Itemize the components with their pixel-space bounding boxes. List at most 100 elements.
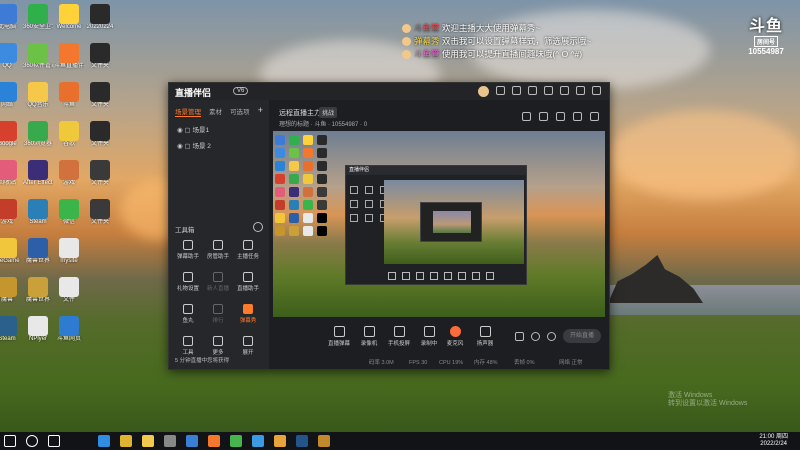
phone-cast-button[interactable]: 手机投屏: [385, 326, 413, 347]
taskview-icon[interactable]: [48, 435, 60, 447]
microphone-button[interactable]: 麦克风: [441, 326, 469, 347]
tool-button[interactable]: 弹幕秀: [233, 304, 263, 324]
gift-icon[interactable]: [522, 112, 531, 121]
lock-icon[interactable]: [539, 112, 548, 121]
bell-icon[interactable]: [573, 112, 582, 121]
douyu-room-badge: 斗鱼 房间号 10554987: [742, 12, 790, 56]
version-badge[interactable]: V6: [233, 87, 249, 95]
scene-item[interactable]: ◉ ▢ 场景1: [169, 121, 269, 137]
douyu-icon[interactable]: [208, 435, 220, 447]
qq-icon[interactable]: [252, 435, 264, 447]
camera-toggle-icon[interactable]: [515, 332, 524, 341]
steam-icon[interactable]: [296, 435, 308, 447]
desktop-icon[interactable]: mysite: [54, 238, 84, 265]
desktop-icon[interactable]: 斗鱼: [54, 82, 84, 109]
tool-button[interactable]: 房管助手: [203, 240, 233, 260]
desktop-icon[interactable]: Steam: [0, 316, 22, 343]
tab-options[interactable]: 可选项: [230, 106, 250, 117]
stream-title[interactable]: 远程直播主力: [279, 108, 321, 118]
explorer-icon[interactable]: [142, 435, 154, 447]
close-icon[interactable]: [592, 86, 601, 95]
tool-button[interactable]: 工具: [173, 336, 203, 356]
desktop-icon[interactable]: 文件夹: [85, 199, 115, 226]
desktop-icon[interactable]: 文件夹: [85, 160, 115, 187]
desktop-icon[interactable]: QQ音乐: [23, 82, 53, 109]
tool-button[interactable]: 更多: [203, 336, 233, 356]
desktop-icon[interactable]: QQ: [0, 43, 22, 70]
user-avatar-icon[interactable]: [478, 86, 489, 97]
desktop-icon[interactable]: WeGame: [0, 238, 22, 265]
start-icon[interactable]: [4, 435, 16, 447]
category-badge[interactable]: 挑战: [319, 107, 338, 118]
browser-icon[interactable]: [274, 435, 286, 447]
desktop-icon[interactable]: Steam: [23, 199, 53, 226]
desktop-icon[interactable]: 此电脑: [0, 4, 22, 31]
tool-button[interactable]: 礼物设置: [173, 272, 203, 292]
preview-icon: [275, 135, 285, 145]
calc-icon[interactable]: [164, 435, 176, 447]
desktop-icon[interactable]: 谷歌: [54, 121, 84, 148]
game-icon[interactable]: [318, 435, 330, 447]
tab-scenes[interactable]: 场景管理: [175, 106, 201, 117]
monitor-icon[interactable]: [512, 86, 521, 95]
tab-material[interactable]: 素材: [209, 106, 222, 117]
system-clock[interactable]: 21:00 周四 2022/2/24: [759, 434, 788, 448]
tool-button[interactable]: 鱼丸: [173, 304, 203, 324]
desktop-icon-label: Steam: [0, 336, 16, 342]
tool-button[interactable]: 直播助手: [233, 272, 263, 292]
scene-item[interactable]: ◉ ▢ 场景 2: [169, 137, 269, 153]
desktop-icon[interactable]: 360安全卫士: [23, 4, 53, 31]
add-scene-icon[interactable]: +: [258, 105, 263, 115]
desktop-icon[interactable]: Welcome: [54, 4, 84, 31]
mail-icon[interactable]: [528, 86, 537, 95]
tool-button[interactable]: 新人直播: [203, 272, 233, 292]
desktop-icon[interactable]: 斗鱼直播伴侣: [54, 43, 84, 70]
tool-button[interactable]: 主播任务: [233, 240, 263, 260]
clock-icon[interactable]: [531, 332, 540, 341]
desktop-icon[interactable]: 回收站: [0, 160, 22, 187]
tool-button[interactable]: 弹幕助手: [173, 240, 203, 260]
desktop-icon[interactable]: 游戏: [54, 160, 84, 187]
tool-button[interactable]: 排行: [203, 304, 233, 324]
desktop-icon[interactable]: 360浏览器: [23, 121, 53, 148]
desktop-icon[interactable]: 20220224: [85, 4, 115, 31]
desktop-icon[interactable]: 斗鱼网页: [54, 316, 84, 343]
shirt-icon[interactable]: [496, 86, 505, 95]
live-danmu-button[interactable]: 直播弹幕: [325, 326, 353, 347]
desktop-icon[interactable]: 文件夹: [85, 43, 115, 70]
live-preview[interactable]: 直播伴侣: [273, 131, 605, 317]
title-bar[interactable]: 直播伴侣 V6: [169, 83, 609, 100]
minimize-icon[interactable]: [560, 86, 569, 95]
desktop-icon[interactable]: 文件夹: [85, 121, 115, 148]
screen-icon[interactable]: [556, 112, 565, 121]
desktop-icon[interactable]: 微信: [54, 199, 84, 226]
desktop-icon[interactable]: 魔兽: [0, 277, 22, 304]
desktop-icon[interactable]: 魔兽世界: [23, 238, 53, 265]
desktop-icon[interactable]: 文件: [54, 277, 84, 304]
speaker-button[interactable]: 扬声器: [471, 326, 499, 347]
desktop-icon[interactable]: 网络: [0, 82, 22, 109]
desktop-icon[interactable]: 文件夹: [85, 82, 115, 109]
desktop-icon[interactable]: 360软件管家: [23, 43, 53, 70]
desktop-icon[interactable]: NPlyer: [23, 316, 53, 343]
maximize-icon[interactable]: [576, 86, 585, 95]
wechat-icon[interactable]: [230, 435, 242, 447]
store-icon[interactable]: [186, 435, 198, 447]
chrome-icon[interactable]: [120, 435, 132, 447]
record-button[interactable]: 录制中: [415, 326, 443, 347]
toolbox-settings-icon[interactable]: [253, 222, 263, 232]
desktop-icon[interactable]: 魔兽世界: [23, 277, 53, 304]
tool-button[interactable]: 展开: [233, 336, 263, 356]
desktop-icon-label: WeGame: [0, 258, 20, 264]
desktop-icon[interactable]: 游戏: [0, 199, 22, 226]
search-icon[interactable]: [26, 435, 38, 447]
menu-icon[interactable]: [544, 86, 553, 95]
go-live-button[interactable]: 开始直播: [563, 329, 601, 343]
edge-icon[interactable]: [98, 435, 110, 447]
settings-gear-icon[interactable]: [547, 332, 556, 341]
desktop-icon[interactable]: Google: [0, 121, 22, 148]
status-bitrate: 码率 3.0M: [369, 360, 394, 366]
share-icon[interactable]: [590, 112, 599, 121]
recorder-button[interactable]: 录像机: [355, 326, 383, 347]
desktop-icon[interactable]: After Effects: [23, 160, 53, 187]
